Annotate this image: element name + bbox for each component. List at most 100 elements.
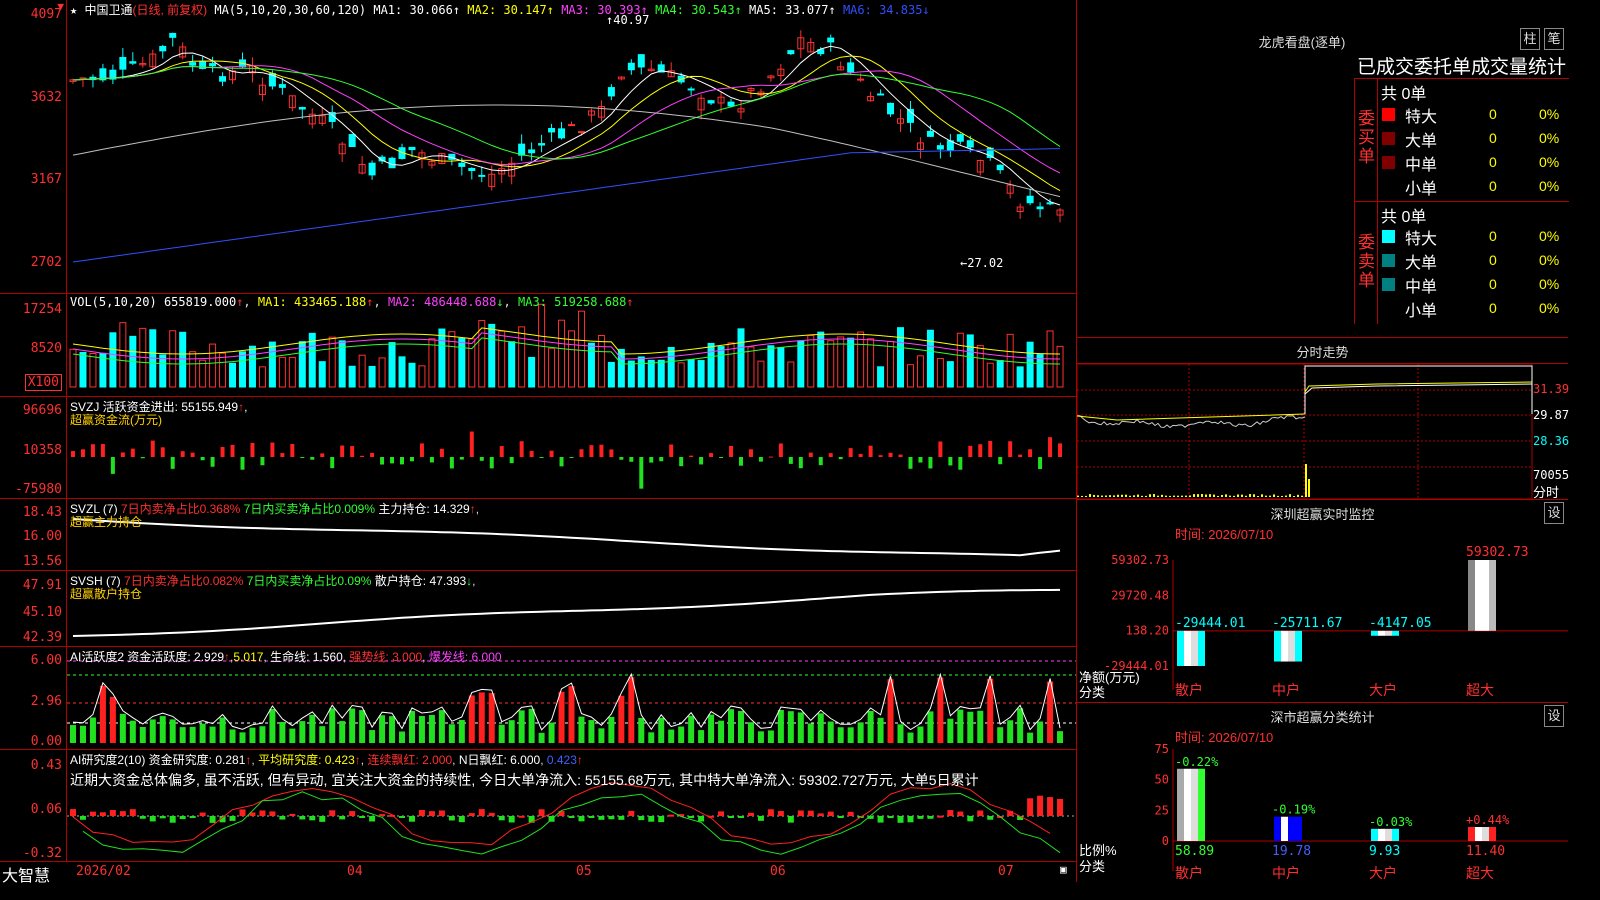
intraday-vol <box>1149 494 1151 497</box>
activity-bar <box>867 710 874 743</box>
flow-bar <box>858 453 863 457</box>
activity-bar <box>1027 732 1034 743</box>
flow-bar <box>220 447 225 457</box>
vol-plot[interactable] <box>67 294 1076 396</box>
activity-bar <box>708 714 715 743</box>
bar-value: -4147.05 <box>1369 616 1432 631</box>
bar-value: 11.40 <box>1466 844 1505 859</box>
flow-bar <box>559 457 564 467</box>
intraday-vol <box>1305 464 1307 497</box>
tab-bar[interactable]: 柱 <box>1520 28 1540 50</box>
favorite-star-icon[interactable]: ★ <box>70 3 77 17</box>
research-bar <box>79 816 86 820</box>
volume-bar <box>418 365 426 388</box>
bar-stripe <box>1274 816 1281 841</box>
activity-bar <box>897 724 904 743</box>
kline-plot[interactable] <box>67 0 1076 293</box>
tri-down-icon[interactable]: ▼ <box>57 0 64 13</box>
svzj-panel[interactable]: 96696 10358 -75980 SVZJ 活跃资金进出: 55155.94… <box>0 397 1076 499</box>
intraday-vol <box>1161 494 1163 497</box>
volume-bar <box>767 345 775 388</box>
y-tick: 2.96 <box>30 694 62 709</box>
intraday-vol <box>1209 494 1211 497</box>
intraday-vol <box>1193 494 1195 497</box>
svzl-y-axis: 18.43 16.00 13.56 <box>0 499 67 570</box>
svsh-panel[interactable]: 47.91 45.10 42.39 SVSH (7) 7日内卖净占比0.082%… <box>0 571 1076 647</box>
intraday-vol <box>1301 495 1303 497</box>
y-tick: 18.43 <box>22 505 62 520</box>
intraday-chart[interactable] <box>1077 364 1568 499</box>
flow-bar <box>988 440 993 457</box>
activity-bar <box>618 695 625 743</box>
candle <box>219 76 227 82</box>
buy-total: 共 0单 <box>1381 86 1427 103</box>
research-bar <box>179 816 186 820</box>
volume-bar <box>607 361 615 388</box>
candle <box>857 78 865 81</box>
candle <box>877 93 885 96</box>
activity-bar <box>688 715 695 743</box>
research-bar <box>189 816 196 818</box>
classify-panel[interactable]: 深市超赢分类统计 设 时间: 2026/07/10 75 50 25 0 -0.22% 5… <box>1077 703 1568 882</box>
activity-bar <box>508 720 515 743</box>
research-bar <box>1027 798 1034 816</box>
svzl-subtitle: 超赢主力持仓 <box>70 515 143 529</box>
activity-bar <box>877 717 884 743</box>
period-label[interactable]: (日线, 前复权) <box>132 3 207 17</box>
net-amount-bar <box>1371 630 1399 636</box>
research-bar <box>329 810 336 816</box>
activity-bar <box>807 723 814 743</box>
longhu-panel[interactable]: 龙虎看盘(逐单) 柱 笔 已成交委托单成交量统计 委买单 委卖单 共 0单 共 … <box>1077 0 1569 338</box>
lock-icon[interactable]: ▣ <box>1060 863 1067 876</box>
research-bar <box>428 811 435 816</box>
flow-bar <box>310 457 315 460</box>
settings-button[interactable]: 设 <box>1544 502 1564 524</box>
volume-panel[interactable]: 17254 8520 X100 VOL(5,10,20) 655819.000↑… <box>0 294 1076 397</box>
candle <box>408 146 416 151</box>
ai-activity-panel[interactable]: 6.00 2.96 0.00 AI活跃度2 资金活跃度: 2.929↑,5.01… <box>0 647 1076 750</box>
activity-bar <box>638 717 645 743</box>
activity-bar <box>787 711 794 743</box>
tab-tick[interactable]: 笔 <box>1544 28 1564 50</box>
research-bar <box>498 816 505 821</box>
activity-bar <box>698 730 705 743</box>
flow-bar <box>290 443 295 457</box>
vol-ma-line <box>72 332 1061 360</box>
research-bar <box>837 816 844 818</box>
research-bar <box>408 816 415 822</box>
change-label: +0.44% <box>1466 813 1510 827</box>
ai-research-panel[interactable]: 0.43 0.06 -0.32 AI研究度2(10) 资金研究度: 0.281↑… <box>0 750 1076 862</box>
activity-bar <box>827 721 834 743</box>
svzl-panel[interactable]: 18.43 16.00 13.56 SVZL (7) 7日内卖净占比0.368%… <box>0 499 1076 571</box>
intraday-panel[interactable]: 分时走势 31.39 29.87 28.36 70055 分时 <box>1077 338 1569 500</box>
research-bar <box>728 816 735 818</box>
flow-bar <box>639 457 644 489</box>
activity-bar <box>149 719 156 743</box>
activity-bar <box>648 732 655 743</box>
order-type: 中单 <box>1405 157 1438 174</box>
research-bar <box>478 809 485 816</box>
order-type: 中单 <box>1405 279 1438 296</box>
volume-bar <box>747 346 755 388</box>
intraday-label: 分时 <box>1533 485 1560 500</box>
candle <box>478 174 486 177</box>
intraday-vol <box>1189 495 1191 497</box>
research-bar <box>438 810 445 816</box>
intraday-vol <box>1277 495 1279 497</box>
kline-panel[interactable]: 4097 3632 3167 2702 ▼ ★ 中国卫通(日线, 前复权) MA… <box>0 0 1076 294</box>
volume-bar <box>528 356 536 388</box>
realtime-monitor-panel[interactable]: 深圳超赢实时监控 设 时间: 2026/07/10 59302.73 29720.… <box>1077 500 1568 703</box>
activity-bar <box>668 729 675 743</box>
activity-bar <box>538 732 545 743</box>
settings-button[interactable]: 设 <box>1544 705 1564 727</box>
flow-bar <box>689 455 694 457</box>
volume-bar <box>508 341 516 388</box>
stock-name[interactable]: 中国卫通 <box>84 3 132 17</box>
intraday-vol <box>1105 495 1107 497</box>
flow-bar <box>360 455 365 457</box>
activity-bar <box>89 717 96 743</box>
flow-bar <box>100 444 105 457</box>
order-row-特大: 特大 0 0% <box>1379 225 1569 249</box>
flow-bar <box>380 457 385 465</box>
candle <box>209 63 217 67</box>
